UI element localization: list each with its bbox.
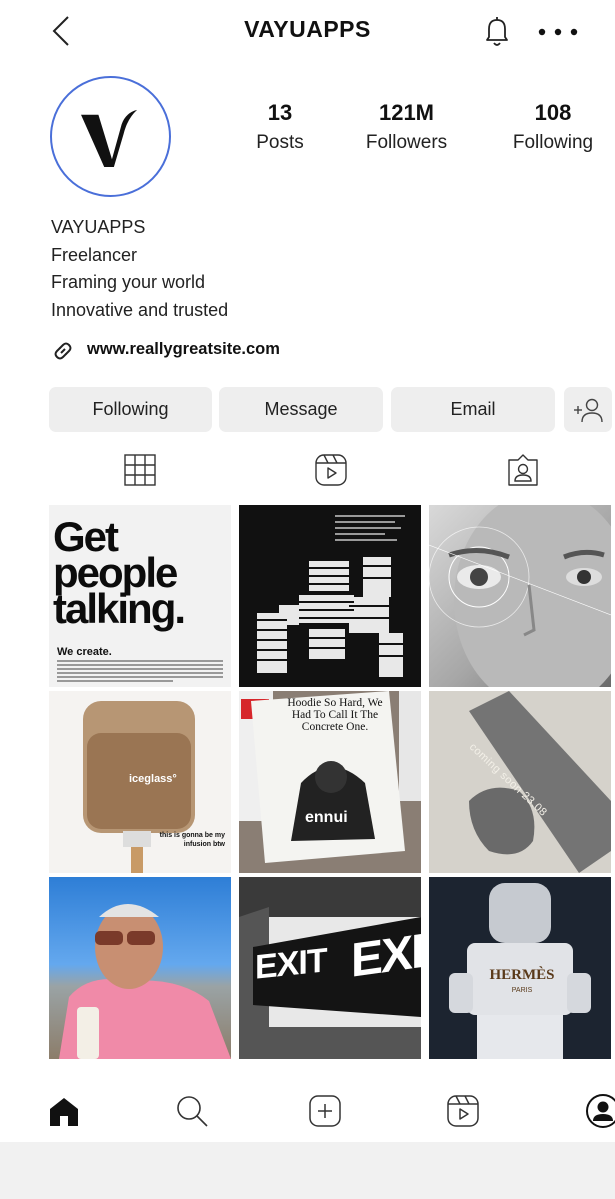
add-person-icon — [574, 398, 603, 423]
exit-text: EXIT — [255, 941, 327, 987]
link-icon — [54, 342, 72, 360]
face-portrait-image — [429, 505, 611, 687]
post-thumbnail[interactable] — [49, 877, 231, 1059]
post-caption: this is gonna be my infusion btw — [159, 832, 225, 848]
hoodie-brand: ennui — [305, 809, 348, 826]
reels-icon[interactable] — [445, 1093, 481, 1129]
post-headline: Get people talking. — [53, 516, 186, 632]
following-button[interactable]: Following — [49, 387, 212, 432]
email-button[interactable]: Email — [391, 387, 555, 432]
top-bar: VAYUAPPS — [0, 0, 615, 64]
bio-line: Innovative and trusted — [51, 299, 229, 320]
post-thumbnail[interactable]: iceglass° this is gonna be my infusion b… — [49, 691, 231, 873]
post-thumbnail[interactable]: Get people talking. We create. — [49, 505, 231, 687]
tagged-tab-icon[interactable] — [505, 452, 541, 488]
man-pink-sweater-image — [59, 904, 231, 1059]
bio-name: VAYUAPPS — [51, 217, 146, 237]
create-post-icon[interactable] — [307, 1093, 343, 1129]
message-button[interactable]: Message — [219, 387, 383, 432]
profile-stats: 13 Posts 121M Followers 108 Following — [240, 100, 605, 160]
posts-count: 13 — [267, 100, 293, 125]
headline-line: talking. — [53, 585, 186, 632]
website-url[interactable]: www.reallygreatsite.com — [87, 340, 280, 359]
bio-line: Framing your world — [51, 272, 206, 292]
body-text-lines — [57, 660, 223, 684]
newspaper-headline: Hoodie So Hard, We Had To Call It The Co… — [287, 697, 383, 733]
post-thumbnail[interactable]: HERMÈS PARIS — [429, 877, 611, 1059]
following-stat[interactable]: 108 Following — [503, 100, 603, 154]
profile-username-title: VAYUAPPS — [244, 16, 371, 42]
reels-tab-icon[interactable] — [313, 452, 349, 488]
post-subhead: We create. — [57, 646, 112, 658]
posts-stat[interactable]: 13 Posts — [240, 100, 320, 154]
post-thumbnail[interactable]: Hoodie So Hard, We Had To Call It The Co… — [239, 691, 421, 873]
more-options-icon[interactable] — [536, 20, 580, 44]
product-label: iceglass° — [129, 773, 177, 785]
post-thumbnail[interactable]: EXIT EXIT — [239, 877, 421, 1059]
lego-city: PARIS — [511, 987, 533, 994]
suggest-people-button[interactable] — [564, 387, 612, 432]
post-thumbnail[interactable]: coming soon 23.08 — [429, 691, 611, 873]
profile-icon[interactable] — [585, 1093, 615, 1129]
profile-bio: VAYUAPPS Freelancer Framing your world I… — [51, 214, 228, 324]
lego-brand: HERMÈS — [489, 967, 555, 983]
search-icon[interactable] — [174, 1093, 210, 1129]
followers-label: Followers — [365, 132, 448, 153]
followers-count: 121M — [378, 100, 435, 125]
posts-label: Posts — [256, 132, 304, 153]
post-thumbnail[interactable] — [429, 505, 611, 687]
post-thumbnail[interactable] — [239, 505, 421, 687]
following-count: 108 — [534, 100, 572, 125]
followers-stat[interactable]: 121M Followers — [360, 100, 453, 154]
following-label: Following — [512, 132, 594, 153]
avatar[interactable] — [50, 76, 171, 197]
text-art-image — [257, 515, 405, 677]
grid-tab-icon[interactable] — [122, 452, 158, 488]
bell-icon[interactable] — [480, 14, 514, 50]
home-icon[interactable] — [46, 1093, 82, 1129]
bio-line: Freelancer — [51, 244, 138, 265]
vayuapps-logo — [81, 109, 138, 167]
profile-screen: VAYUAPPS 13 Posts 121M Followers 108 Fol… — [0, 0, 615, 1142]
